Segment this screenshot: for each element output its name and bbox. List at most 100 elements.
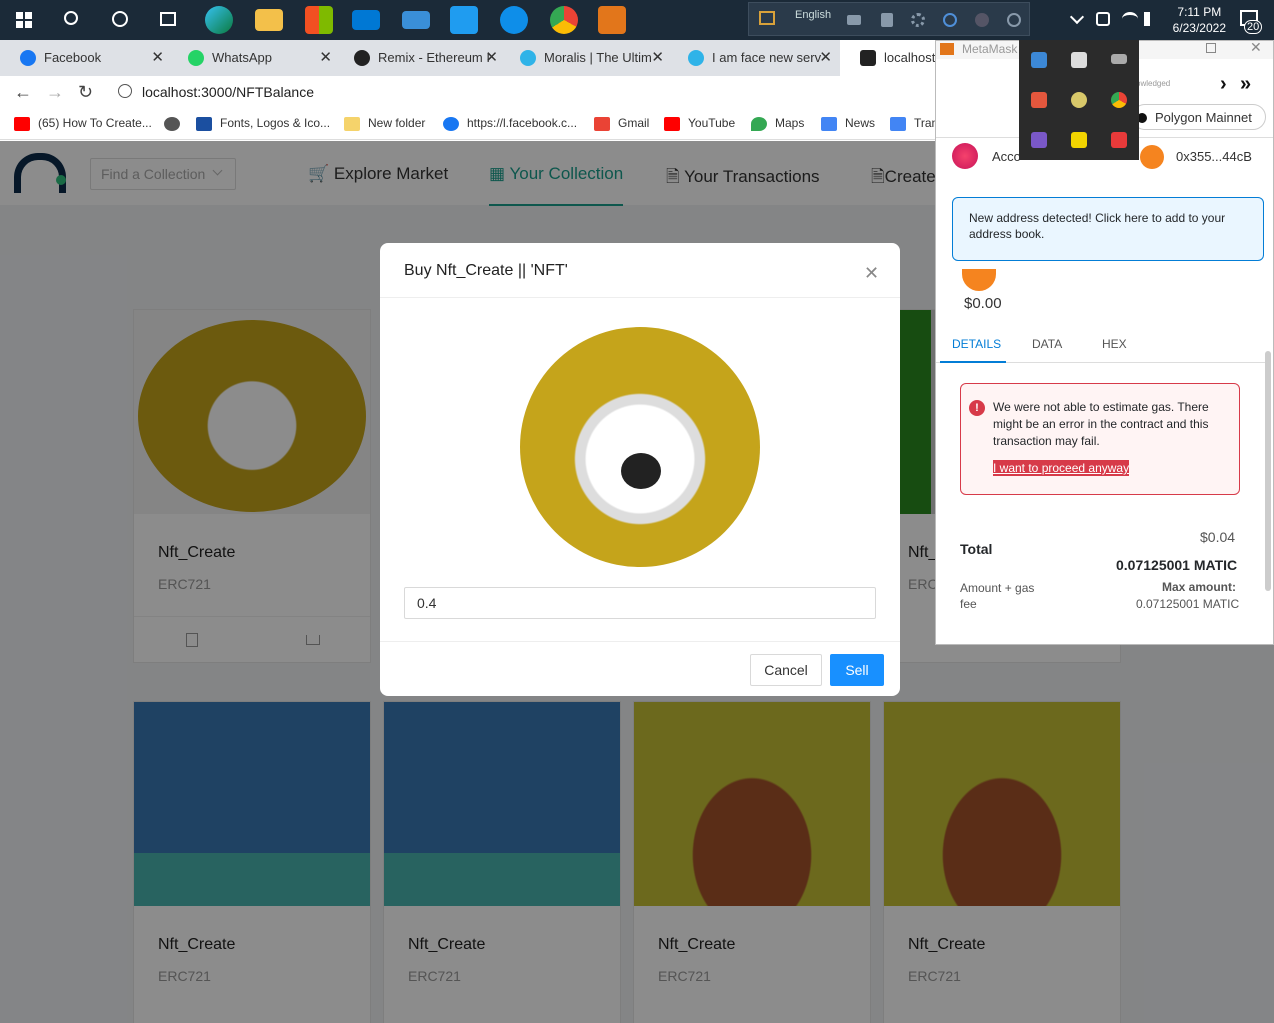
close-icon[interactable]: ✕ [651, 48, 664, 66]
tab-moralis-forum[interactable]: I am face new serv ✕ [668, 40, 838, 76]
tab-moralis[interactable]: Moralis | The Ultim ✕ [500, 40, 670, 76]
back-arrow-icon[interactable]: ← [14, 82, 32, 103]
close-icon[interactable]: ✕ [864, 263, 879, 284]
bookmark-label: (65) How To Create... [38, 116, 152, 130]
teamviewer-icon[interactable] [500, 6, 528, 34]
bookmark[interactable]: Gmail [594, 116, 649, 131]
disc-icon[interactable] [1071, 92, 1087, 108]
max-amount-value: 0.07125001 MATIC [1136, 597, 1240, 611]
bookmark[interactable]: YouTube [664, 116, 735, 131]
proceed-anyway-link[interactable]: I want to proceed anyway [993, 460, 1130, 476]
task-view-icon[interactable] [160, 12, 176, 26]
maximize-icon[interactable] [1206, 43, 1216, 53]
windows-start-icon[interactable] [16, 12, 32, 28]
shield-icon[interactable] [1071, 52, 1087, 68]
keyboard-icon[interactable] [759, 11, 775, 25]
scrollbar[interactable] [1265, 351, 1271, 591]
file-explorer-icon[interactable] [255, 9, 283, 31]
tab-whatsapp[interactable]: WhatsApp ✕ [168, 40, 338, 76]
pen-icon[interactable] [1031, 132, 1047, 148]
ie-icon[interactable] [943, 13, 957, 27]
vscode-icon[interactable] [450, 6, 478, 34]
help-icon[interactable] [975, 13, 989, 27]
wifi-icon[interactable] [1122, 12, 1138, 26]
bookmark[interactable]: https://l.facebook.c... [443, 116, 577, 131]
vmware-icon[interactable] [1031, 52, 1047, 68]
gear-icon[interactable] [911, 13, 925, 27]
amount-gas-label: Amount + gas fee [960, 581, 1035, 611]
bookmark[interactable]: New folder [344, 116, 425, 131]
price-input[interactable]: 0.4 [404, 587, 876, 619]
moralis-icon [520, 50, 536, 66]
nose [621, 453, 661, 489]
store-icon[interactable] [305, 6, 333, 34]
tray-app-icon[interactable] [881, 13, 893, 27]
total-label: Total [960, 541, 993, 557]
url-field[interactable]: localhost:3000/NFTBalance [142, 84, 314, 100]
system-clock[interactable]: 7:11 PM 6/23/2022 [1173, 4, 1226, 36]
cloud-off-icon[interactable] [1111, 54, 1127, 64]
volume-icon[interactable] [1144, 12, 1158, 26]
bookmark[interactable]: (65) How To Create... [14, 116, 152, 131]
remote-desktop-icon[interactable] [402, 11, 430, 29]
close-icon[interactable]: ✕ [819, 48, 832, 66]
account-name[interactable]: Acco [992, 149, 1021, 164]
bookmark[interactable]: Fonts, Logos & Ico... [196, 116, 330, 131]
double-chevron-right-icon[interactable]: » [1240, 73, 1251, 96]
note-icon[interactable] [1071, 132, 1087, 148]
search-icon[interactable] [64, 11, 78, 25]
metamask-fox-icon[interactable] [598, 6, 626, 34]
new-address-banner[interactable]: New address detected! Click here to add … [952, 197, 1264, 261]
translate-icon [890, 116, 906, 131]
tab-details[interactable]: DETAILS [952, 337, 1001, 351]
bookmark[interactable]: Maps [751, 116, 804, 131]
bookmark-label: https://l.facebook.c... [467, 116, 578, 130]
clock-time: 7:11 PM [1177, 5, 1222, 19]
tab-label: Moralis | The Ultim [544, 50, 652, 65]
cancel-button[interactable]: Cancel [750, 654, 822, 686]
tab-localhost[interactable]: localhost:3 [840, 40, 936, 76]
tab-label: I am face new serv [712, 50, 822, 65]
close-icon[interactable]: ✕ [485, 48, 498, 66]
tab-hex[interactable]: HEX [1102, 337, 1127, 351]
buy-nft-modal: Buy Nft_Create || 'NFT' ✕ 0.4 Cancel Sel… [380, 243, 900, 696]
maps-icon [751, 116, 767, 131]
recipient-address[interactable]: 0x355...44cB [1176, 149, 1252, 164]
chevron-right-icon[interactable]: › [1220, 73, 1227, 96]
bookmark[interactable]: Tran [890, 116, 938, 131]
tray-app-icon[interactable] [847, 15, 861, 25]
close-icon[interactable]: ✕ [151, 48, 164, 66]
tab-remix[interactable]: Remix - Ethereum I ✕ [334, 40, 504, 76]
sell-button[interactable]: Sell [830, 654, 884, 686]
mail-icon[interactable] [352, 10, 380, 30]
recipient-avatar [1140, 145, 1164, 169]
windows-taskbar: English 7:11 PM 6/23/2022 20 [0, 0, 1274, 40]
network-icon[interactable] [1096, 12, 1110, 26]
info-icon[interactable] [118, 84, 132, 98]
edge-icon[interactable] [205, 6, 233, 34]
chrome-icon[interactable] [550, 6, 578, 34]
chrome-icon[interactable] [1111, 92, 1127, 108]
anydesk-icon[interactable] [1111, 132, 1127, 148]
alert-icon: ! [969, 400, 985, 416]
facebook-icon [443, 116, 459, 131]
close-icon[interactable]: ✕ [1250, 39, 1262, 56]
bookmark[interactable] [164, 116, 188, 131]
notification-count: 20 [1244, 20, 1263, 34]
tray-overflow-popup [1019, 40, 1139, 160]
bookmark[interactable]: News [821, 116, 875, 131]
info-icon[interactable] [1007, 13, 1021, 27]
reload-icon[interactable]: ↻ [78, 82, 93, 103]
balance-value: $0.00 [964, 295, 1002, 312]
tray-language[interactable]: English [795, 9, 831, 21]
network-selector[interactable]: Polygon Mainnet [1132, 104, 1266, 130]
clock-date: 6/23/2022 [1172, 21, 1226, 35]
forward-arrow-icon[interactable]: → [46, 82, 64, 103]
bookmark-label: New folder [368, 116, 426, 130]
close-icon[interactable]: ✕ [319, 48, 332, 66]
speaker-icon[interactable] [1031, 92, 1047, 108]
tab-data[interactable]: DATA [1032, 337, 1062, 351]
chevron-up-icon[interactable] [1069, 9, 1085, 25]
cortana-icon[interactable] [112, 11, 128, 27]
tab-facebook[interactable]: Facebook ✕ [0, 40, 170, 76]
